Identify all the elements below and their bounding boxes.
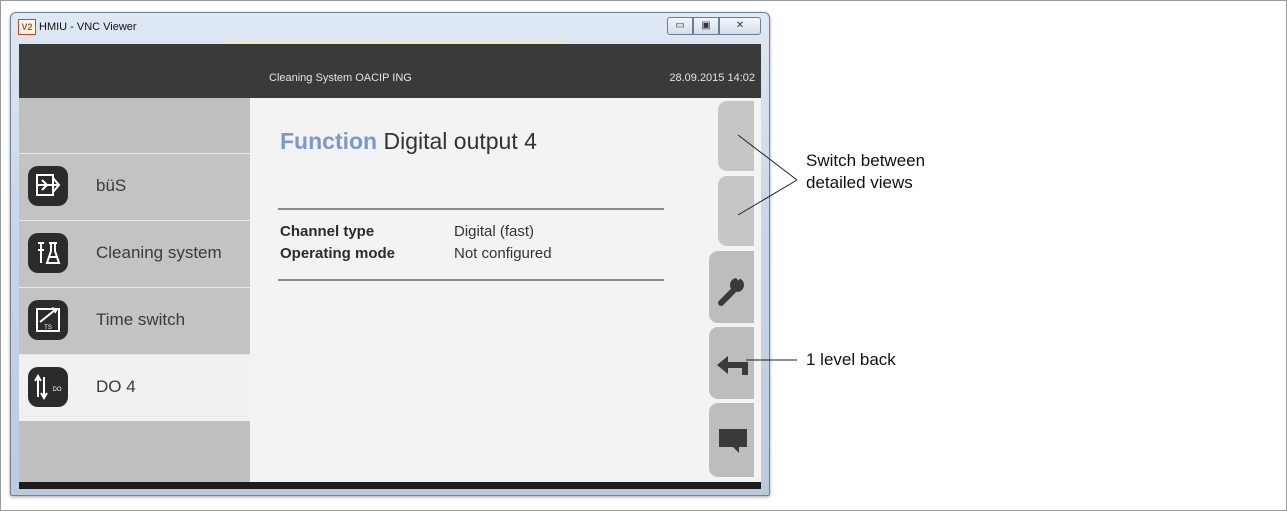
callout-switch-views-line2: detailed views [806,173,913,192]
leader-switch-views-2 [737,179,798,216]
callout-switch-views-line1: Switch between [806,151,926,170]
leader-switch-views-1 [737,134,798,181]
callout-switch-views: Switch between detailed views [806,150,925,194]
callout-back: 1 level back [806,350,896,369]
callout-leaders [737,134,798,361]
